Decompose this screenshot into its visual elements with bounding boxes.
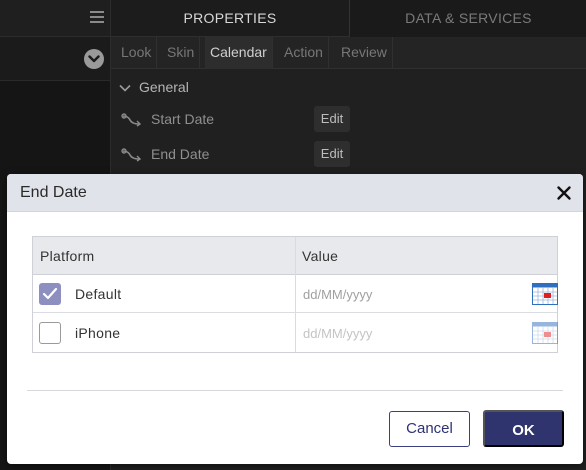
table-row: iPhone [33,314,558,352]
sub-tab-review[interactable]: Review [336,37,393,69]
dialog-header: End Date [7,174,583,212]
iphone-date-input[interactable] [297,314,529,352]
property-end-date: End Date [121,146,209,162]
edit-start-date-button[interactable]: Edit [314,106,350,132]
platform-value-grid: Platform Value Default dd/MM/yyyy iPhone… [32,236,558,353]
platform-label-iphone: iPhone [75,325,121,341]
property-label: Start Date [151,111,215,127]
tab-properties[interactable]: PROPERTIES [111,0,349,37]
close-icon[interactable] [556,185,572,201]
platform-label-default: Default [75,286,122,302]
property-sub-tabs: Look Skin Calendar Action Review [111,37,586,69]
cancel-button[interactable]: Cancel [389,411,470,447]
panel-tabs: PROPERTIES DATA & SERVICES [111,0,586,37]
sub-tab-look[interactable]: Look [116,37,158,69]
dialog-divider [27,390,563,391]
iphone-checkbox[interactable] [39,322,61,344]
calendar-icon[interactable] [532,322,558,344]
end-date-dialog: End Date Platform Value Default dd/MM/yy… [7,174,583,464]
default-date-input[interactable] [297,275,529,313]
expand-chevron-icon [119,85,131,92]
sub-tab-calendar[interactable]: Calendar [205,37,273,69]
default-checkbox[interactable] [39,283,61,305]
column-header-value: Value [302,248,339,264]
checkmark-icon [42,287,58,300]
chevron-down-icon[interactable] [84,49,104,69]
ok-button[interactable]: OK [483,410,564,447]
tab-data-services[interactable]: DATA & SERVICES [349,0,586,37]
left-toolbar [0,0,110,37]
section-title: General [139,79,189,95]
table-row: Default [33,275,558,313]
binding-icon [121,148,142,162]
calendar-icon[interactable] [532,283,558,305]
hamburger-menu-icon[interactable] [90,11,104,23]
sub-tab-action[interactable]: Action [279,37,329,69]
edit-end-date-button[interactable]: Edit [314,141,350,167]
sub-tab-skin[interactable]: Skin [162,37,201,69]
binding-icon [121,113,142,127]
dialog-title: End Date [20,184,87,201]
column-header-platform: Platform [40,248,95,264]
property-start-date: Start Date [121,111,214,127]
section-general[interactable]: General [119,79,189,95]
property-label: End Date [151,146,210,162]
